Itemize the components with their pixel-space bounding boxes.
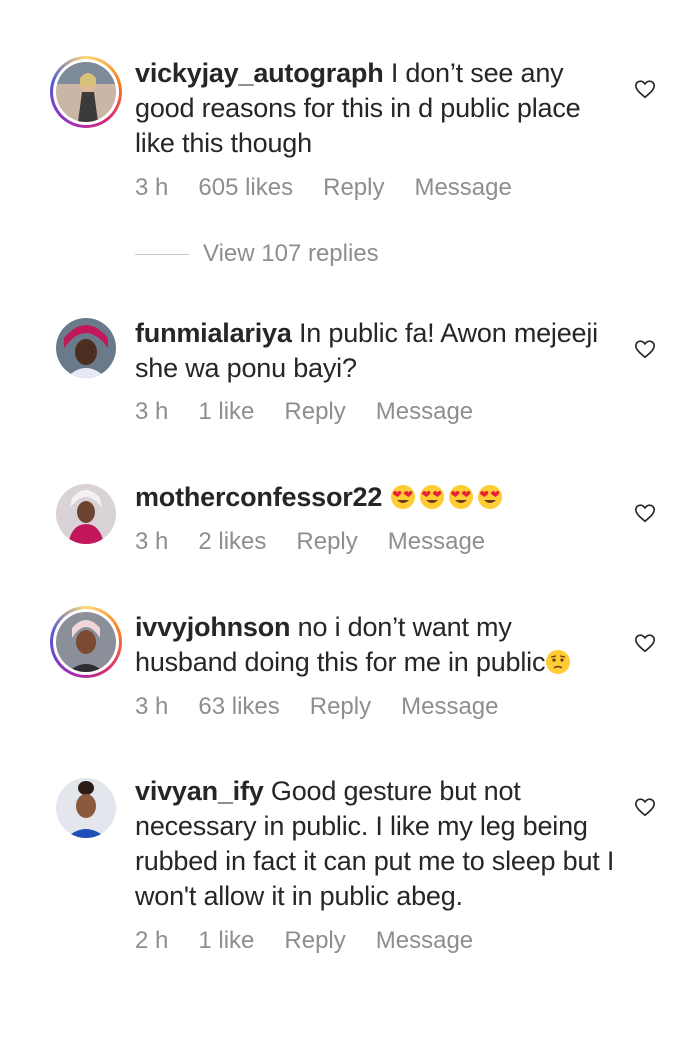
comment-username[interactable]: vickyjay_autograph bbox=[135, 58, 384, 88]
comment-time: 2 h bbox=[135, 927, 169, 954]
avatar-image bbox=[56, 612, 116, 672]
message-button[interactable]: Message bbox=[376, 398, 473, 426]
comment-username[interactable]: funmialariya bbox=[135, 318, 292, 348]
avatar-image bbox=[56, 318, 116, 378]
heart-outline-icon[interactable] bbox=[634, 796, 656, 818]
reply-button[interactable]: Reply bbox=[296, 528, 357, 556]
comment-text: ivvyjohnson no i don’t want my husband d… bbox=[135, 610, 615, 680]
comment-meta: 3 h 605 likes Reply Message bbox=[135, 174, 512, 202]
heart-eyes-emoji-icon bbox=[390, 485, 415, 509]
avatar-vickyjay[interactable] bbox=[50, 56, 122, 128]
avatar-image bbox=[56, 778, 116, 838]
message-button[interactable]: Message bbox=[401, 693, 498, 721]
comment-meta: 3 h 63 likes Reply Message bbox=[135, 693, 499, 721]
comment-text: funmialariya In public fa! Awon mejeeji … bbox=[135, 316, 615, 386]
comment-meta: 2 h 1 like Reply Message bbox=[135, 927, 473, 955]
comment-time: 3 h bbox=[135, 398, 169, 425]
reply-button[interactable]: Reply bbox=[284, 927, 345, 955]
avatar-image bbox=[56, 484, 116, 544]
avatar-funmialariya[interactable] bbox=[56, 318, 116, 378]
reply-button[interactable]: Reply bbox=[323, 174, 384, 202]
comment-time: 3 h bbox=[135, 693, 169, 720]
message-button[interactable]: Message bbox=[376, 927, 473, 955]
message-button[interactable]: Message bbox=[388, 528, 485, 556]
comment-text: vickyjay_autograph I don’t see any good … bbox=[135, 56, 615, 161]
comment-username[interactable]: motherconfessor22 bbox=[135, 482, 382, 512]
comment-meta: 3 h 1 like Reply Message bbox=[135, 398, 473, 426]
comment-likes[interactable]: 2 likes bbox=[198, 528, 266, 556]
heart-eyes-emoji-icon bbox=[419, 485, 444, 509]
view-replies-label: View 107 replies bbox=[203, 240, 379, 267]
comment-username[interactable]: vivyan_ify bbox=[135, 776, 264, 806]
comment-likes[interactable]: 1 like bbox=[198, 398, 254, 426]
comment-text: vivyan_ify Good gesture but not necessar… bbox=[135, 774, 615, 914]
avatar-ivvyjohnson[interactable] bbox=[50, 606, 122, 678]
replies-divider bbox=[135, 253, 189, 255]
view-replies-button[interactable]: View 107 replies bbox=[135, 240, 379, 268]
heart-outline-icon[interactable] bbox=[634, 632, 656, 654]
comment-body bbox=[382, 482, 389, 512]
comment-username[interactable]: ivvyjohnson bbox=[135, 612, 291, 642]
comment-likes[interactable]: 1 like bbox=[198, 927, 254, 955]
message-button[interactable]: Message bbox=[414, 174, 511, 202]
worried-face-emoji-icon bbox=[546, 650, 571, 674]
comment-meta: 3 h 2 likes Reply Message bbox=[135, 528, 485, 556]
heart-outline-icon[interactable] bbox=[634, 78, 656, 100]
comment-time: 3 h bbox=[135, 174, 169, 201]
comment-likes[interactable]: 63 likes bbox=[198, 693, 279, 721]
comment-text: motherconfessor22 bbox=[135, 480, 615, 515]
heart-outline-icon[interactable] bbox=[634, 338, 656, 360]
reply-button[interactable]: Reply bbox=[310, 693, 371, 721]
avatar-vivyan-ify[interactable] bbox=[56, 778, 116, 838]
comment-likes[interactable]: 605 likes bbox=[198, 174, 293, 202]
avatar-motherconfessor22[interactable] bbox=[56, 484, 116, 544]
comment-time: 3 h bbox=[135, 528, 169, 555]
heart-eyes-emoji-icon bbox=[448, 485, 473, 509]
avatar-image bbox=[56, 62, 116, 122]
heart-outline-icon[interactable] bbox=[634, 502, 656, 524]
reply-button[interactable]: Reply bbox=[284, 398, 345, 426]
heart-eyes-emoji-icon bbox=[477, 485, 502, 509]
